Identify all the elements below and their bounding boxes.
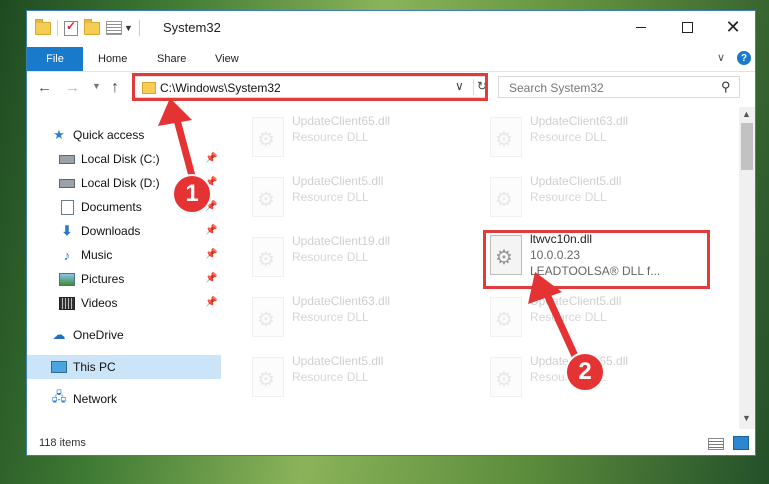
step-badge-2: 2 [565, 352, 605, 392]
arrow-2 [528, 272, 579, 360]
annotation-arrows [158, 98, 579, 360]
arrow-1 [158, 98, 196, 180]
step-badge-1: 1 [172, 174, 212, 214]
